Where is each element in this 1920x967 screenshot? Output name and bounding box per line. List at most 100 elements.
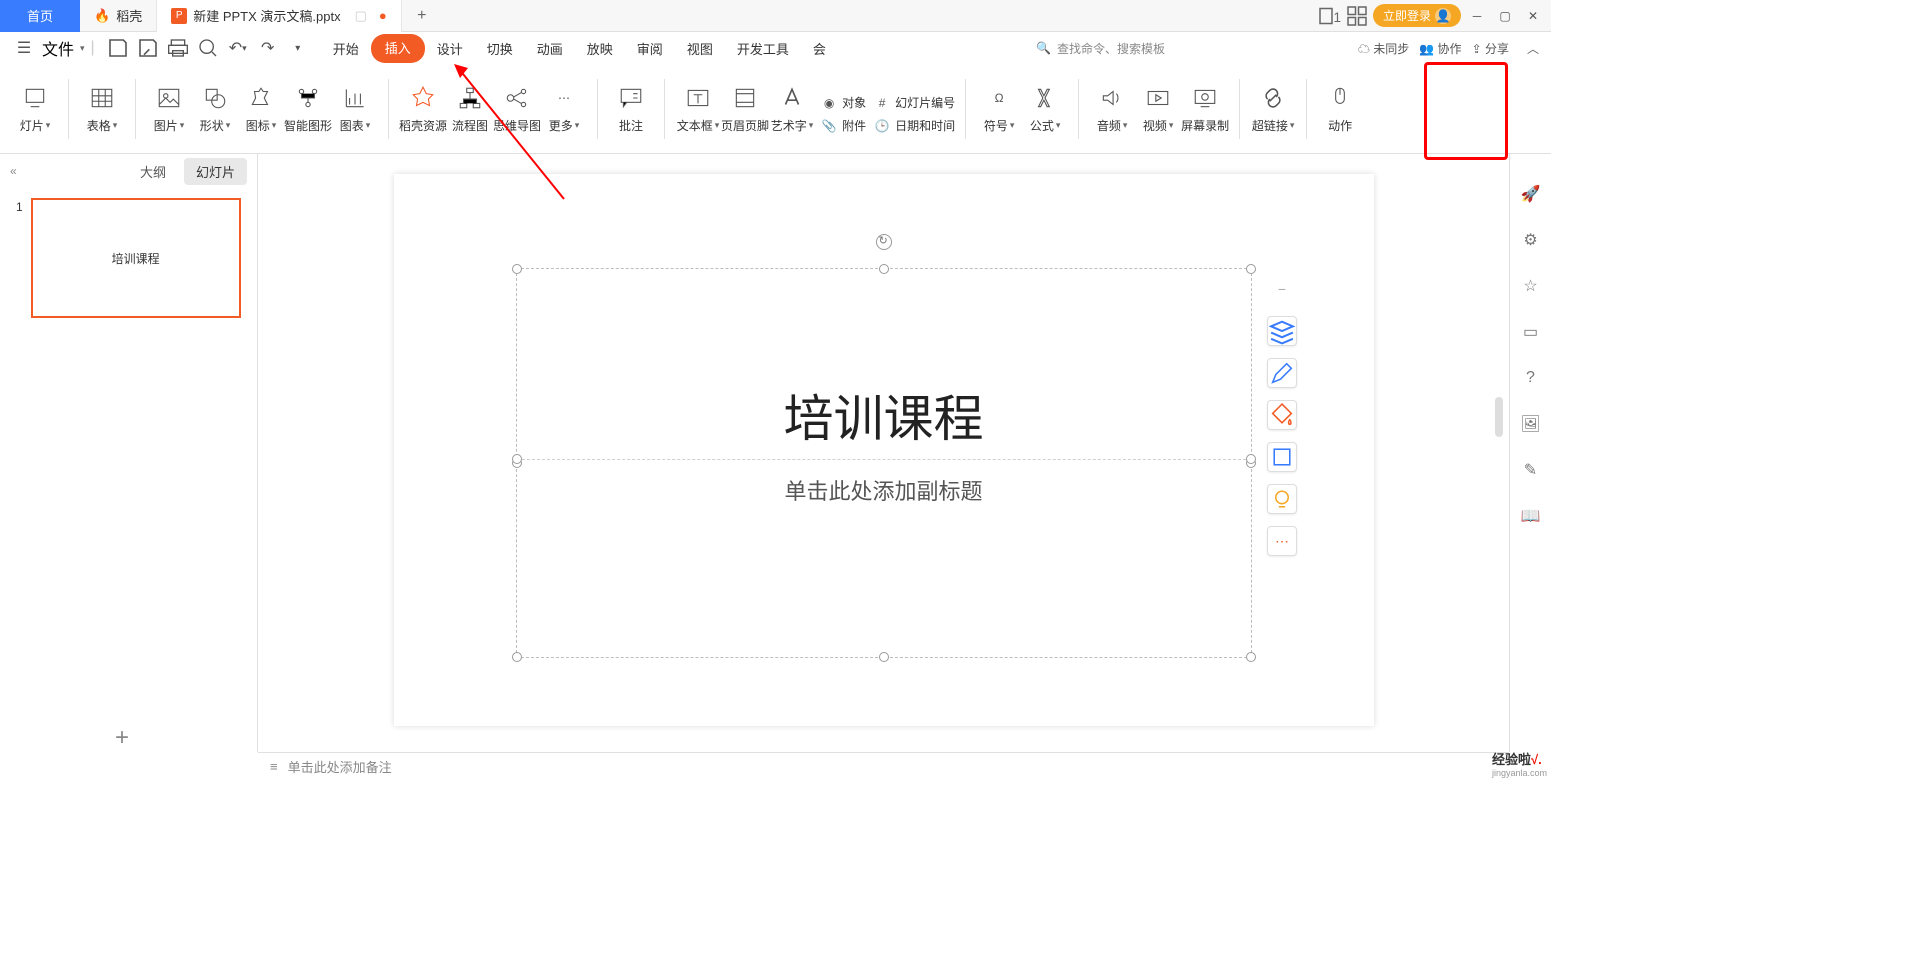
- selection-box[interactable]: 培训课程 单击此处添加副标题: [516, 268, 1252, 658]
- tab-review[interactable]: 审阅: [625, 34, 675, 63]
- dock-icon[interactable]: 1: [1317, 4, 1341, 28]
- collapse-ribbon-icon[interactable]: ︿: [1527, 40, 1539, 57]
- vertical-scrollbar[interactable]: [1491, 160, 1507, 752]
- undo-icon[interactable]: ↶▾: [225, 36, 251, 60]
- tab-animation[interactable]: 动画: [525, 34, 575, 63]
- saveas-icon[interactable]: [135, 36, 161, 60]
- tab-transition[interactable]: 切换: [475, 34, 525, 63]
- screenrec-button[interactable]: 屏幕录制: [1181, 85, 1229, 134]
- header-footer-button[interactable]: 页眉页脚: [721, 85, 769, 134]
- tab-insert[interactable]: 插入: [371, 34, 425, 63]
- chart-button[interactable]: 图表▾: [332, 85, 378, 134]
- maximize-button[interactable]: ▢: [1493, 4, 1517, 28]
- tab-view[interactable]: 视图: [675, 34, 725, 63]
- handle-mid-w[interactable]: [512, 454, 522, 464]
- icon-button[interactable]: 图标▾: [238, 85, 284, 134]
- table-button[interactable]: 表格▾: [79, 85, 125, 134]
- handle-nw[interactable]: [512, 264, 522, 274]
- crop-icon[interactable]: [1267, 442, 1297, 472]
- attach-button[interactable]: 📎附件: [821, 117, 866, 134]
- new-tab-button[interactable]: +: [402, 0, 442, 32]
- close-button[interactable]: ✕: [1521, 4, 1545, 28]
- help-icon[interactable]: ?: [1521, 368, 1541, 388]
- notes-icon[interactable]: ≡: [270, 759, 278, 774]
- rotate-handle[interactable]: [876, 234, 892, 250]
- notes-placeholder[interactable]: 单击此处添加备注: [288, 757, 392, 776]
- comment-button[interactable]: 批注: [608, 85, 654, 134]
- slide-thumb-1[interactable]: 1 培训课程: [16, 198, 241, 318]
- wordart-button[interactable]: 艺术字▾: [769, 85, 815, 134]
- grid-icon[interactable]: [1345, 4, 1369, 28]
- more-button[interactable]: ⋯更多▾: [541, 85, 587, 134]
- print-icon[interactable]: [165, 36, 191, 60]
- slides-tab[interactable]: 幻灯片: [184, 158, 247, 185]
- handle-n[interactable]: [879, 264, 889, 274]
- slide-number-button[interactable]: #幻灯片编号: [874, 94, 955, 111]
- object-button[interactable]: ◉对象: [821, 94, 866, 111]
- add-slide-button[interactable]: +: [115, 724, 129, 752]
- tab-design[interactable]: 设计: [425, 34, 475, 63]
- preview-icon[interactable]: [195, 36, 221, 60]
- handle-mid-e[interactable]: [1246, 454, 1256, 464]
- tab-docker[interactable]: 🔥 稻壳: [80, 0, 157, 32]
- slide-title-text[interactable]: 培训课程: [517, 379, 1251, 451]
- handle-s[interactable]: [879, 652, 889, 662]
- mindmap-button[interactable]: 思维导图: [493, 85, 541, 134]
- hyperlink-button[interactable]: 超链接▾: [1250, 85, 1296, 134]
- smartart-button[interactable]: 智能图形: [284, 85, 332, 134]
- book-icon[interactable]: 📖: [1521, 506, 1541, 526]
- handle-se[interactable]: [1246, 652, 1256, 662]
- tab-current-doc[interactable]: P 新建 PPTX 演示文稿.pptx ▢ ●: [157, 0, 402, 32]
- tab-start[interactable]: 开始: [321, 34, 371, 63]
- handle-sw[interactable]: [512, 652, 522, 662]
- shape-button[interactable]: 形状▾: [192, 85, 238, 134]
- collab-button[interactable]: 👥 协作: [1419, 40, 1461, 57]
- layers-icon[interactable]: [1267, 316, 1297, 346]
- presentation-rail-icon[interactable]: ▭: [1521, 322, 1541, 342]
- slide-subtitle-placeholder[interactable]: 单击此处添加副标题: [517, 474, 1251, 506]
- fill-icon[interactable]: [1267, 400, 1297, 430]
- idea-icon[interactable]: [1267, 484, 1297, 514]
- canvas-area[interactable]: 培训课程 单击此处添加副标题 − ⋯: [258, 154, 1509, 752]
- redo-icon[interactable]: ↷: [255, 36, 281, 60]
- present-mode-icon[interactable]: ▢: [355, 8, 367, 24]
- action-button[interactable]: 动作: [1317, 85, 1363, 134]
- settings-slider-icon[interactable]: ⚙: [1521, 230, 1541, 250]
- scroll-thumb[interactable]: [1495, 397, 1503, 437]
- tab-home[interactable]: 首页: [0, 0, 80, 32]
- resources-button[interactable]: 稻壳资源: [399, 85, 447, 134]
- thumb-number: 1: [16, 200, 23, 318]
- video-button[interactable]: 视频▾: [1135, 85, 1181, 134]
- pentip-icon[interactable]: ✎: [1521, 460, 1541, 480]
- collapse-panel-icon[interactable]: «: [10, 164, 17, 178]
- login-button[interactable]: 立即登录 👤: [1373, 4, 1461, 27]
- share-button[interactable]: ⇪ 分享: [1472, 40, 1509, 57]
- tab-devtools[interactable]: 开发工具: [725, 34, 801, 63]
- file-menu[interactable]: ☰ 文件 ▾ |: [12, 36, 95, 60]
- symbol-button[interactable]: Ω符号▾: [976, 85, 1022, 134]
- qat-more-icon[interactable]: ▾: [285, 36, 311, 60]
- tab-slideshow[interactable]: 放映: [575, 34, 625, 63]
- search-input[interactable]: 🔍 查找命令、搜索模板: [1036, 40, 1216, 57]
- gallery-icon[interactable]: 🖼: [1521, 414, 1541, 434]
- picture-button[interactable]: 图片▾: [146, 85, 192, 134]
- thumbnail[interactable]: 培训课程: [31, 198, 241, 318]
- slide-canvas[interactable]: 培训课程 单击此处添加副标题: [394, 174, 1374, 726]
- sync-status[interactable]: ☁ 未同步: [1358, 40, 1409, 57]
- pen-icon[interactable]: [1267, 358, 1297, 388]
- rocket-icon[interactable]: 🚀: [1521, 184, 1541, 204]
- formula-button[interactable]: 公式▾: [1022, 85, 1068, 134]
- audio-button[interactable]: 音频▾: [1089, 85, 1135, 134]
- flowchart-button[interactable]: 流程图: [447, 85, 493, 134]
- outline-tab[interactable]: 大纲: [128, 158, 178, 185]
- more-tools-icon[interactable]: ⋯: [1267, 526, 1297, 556]
- textbox-button[interactable]: 文本框▾: [675, 85, 721, 134]
- collapse-toolbar-icon[interactable]: −: [1267, 274, 1297, 304]
- tab-member[interactable]: 会: [801, 34, 838, 63]
- handle-ne[interactable]: [1246, 264, 1256, 274]
- datetime-button[interactable]: 🕒日期和时间: [874, 117, 955, 134]
- minimize-button[interactable]: ─: [1465, 4, 1489, 28]
- new-slide-button[interactable]: 灯片▾: [12, 85, 58, 134]
- star-icon[interactable]: ☆: [1521, 276, 1541, 296]
- save-icon[interactable]: [105, 36, 131, 60]
